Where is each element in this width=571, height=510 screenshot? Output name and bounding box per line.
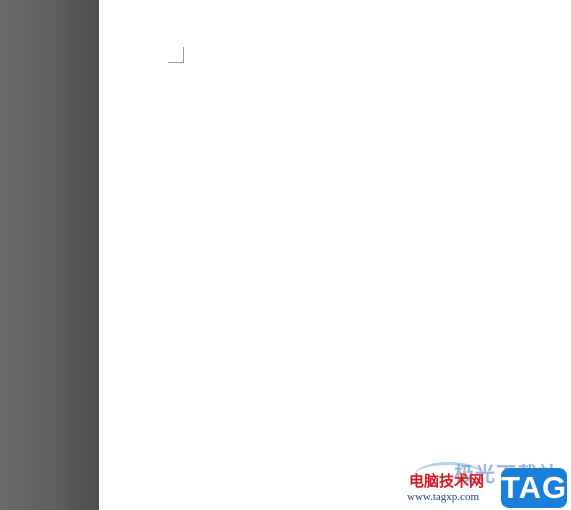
watermark-url: www.tagxp.com (407, 491, 479, 503)
page-margin-corner-mark (168, 47, 184, 63)
editor-workspace-background (0, 0, 105, 510)
document-text-area[interactable] (185, 48, 186, 62)
watermark-site-name: 电脑技术网 (409, 472, 485, 490)
watermark-tag-badge: TAG (501, 468, 567, 508)
document-page[interactable] (99, 0, 571, 510)
watermark: 极光下载站 电脑技术网 www.tagxp.com TAG (406, 458, 571, 510)
